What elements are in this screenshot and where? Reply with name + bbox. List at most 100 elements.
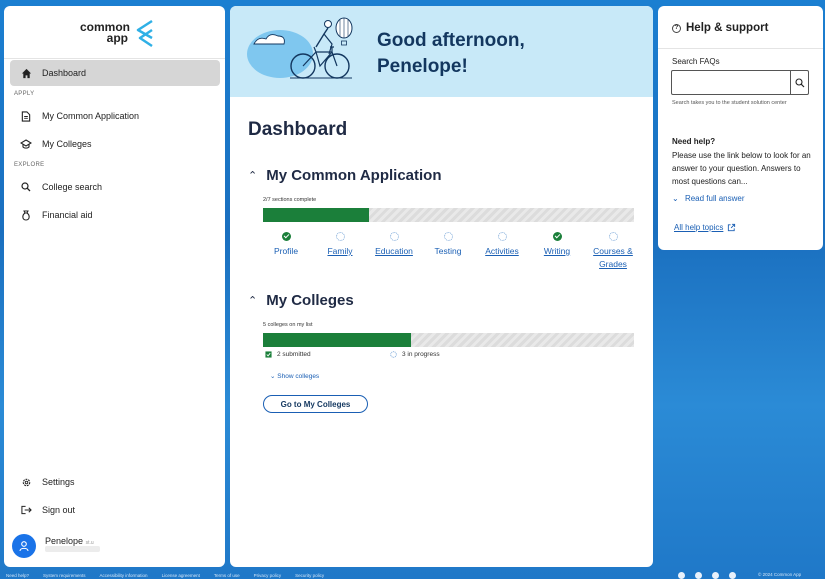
in-progress-count: 3 in progress <box>402 351 440 358</box>
user-subtitle-placeholder <box>45 546 100 552</box>
all-help-topics-label: All help topics <box>674 223 724 232</box>
step-profile[interactable]: Profile <box>263 232 309 258</box>
sidebar-item-label: My Common Application <box>42 111 140 121</box>
read-full-answer-link[interactable]: ⌄ Read full answer <box>672 194 745 203</box>
sidebar-item-label: My Colleges <box>42 139 92 149</box>
search-faqs-button[interactable] <box>790 71 808 94</box>
common-app-progress-fill <box>263 208 369 222</box>
footer-link[interactable]: Terms of use <box>214 573 240 578</box>
chevron-up-icon: ⌃ <box>248 295 258 307</box>
sidebar-item-financial-aid[interactable]: Financial aid <box>10 202 220 228</box>
instagram-icon[interactable] <box>712 572 719 579</box>
read-full-answer-label: Read full answer <box>684 194 745 203</box>
copyright: © 2024 Common App <box>758 572 802 577</box>
user-first-name: Penelope <box>45 536 84 546</box>
sidebar-item-label: Settings <box>42 477 75 487</box>
chevron-up-icon: ⌃ <box>248 170 258 182</box>
complete-check-icon <box>552 232 562 241</box>
show-colleges-toggle[interactable]: ⌄ Show colleges <box>270 372 319 380</box>
search-faqs-label: Search FAQs <box>672 57 720 66</box>
help-divider <box>658 48 823 49</box>
step-activities[interactable]: Activities <box>479 232 525 258</box>
go-to-my-colleges-button[interactable]: Go to My Colleges <box>263 395 368 413</box>
incomplete-dot-icon <box>335 232 345 241</box>
user-name: Penelope st.u <box>45 536 94 546</box>
step-family[interactable]: Family <box>317 232 363 258</box>
common-app-logo[interactable]: common app <box>78 18 158 52</box>
step-label: Testing <box>434 246 462 256</box>
greeting-line-1: Good afternoon, <box>377 30 525 51</box>
in-progress-icon <box>390 351 397 358</box>
incomplete-dot-icon <box>608 232 618 241</box>
all-help-topics-link[interactable]: All help topics <box>674 223 736 232</box>
search-hint: Search takes you to the student solution… <box>672 100 787 106</box>
home-icon <box>20 67 32 79</box>
sidebar-divider <box>4 58 225 59</box>
user-profile[interactable]: Penelope st.u <box>12 534 100 558</box>
logo-line2: app <box>106 31 128 45</box>
search-faqs-input[interactable] <box>672 71 790 94</box>
common-app-section-header[interactable]: ⌃ My Common Application <box>248 167 442 184</box>
footer-link[interactable]: Privacy policy <box>254 573 282 578</box>
common-app-heading: My Common Application <box>266 167 442 184</box>
logo-wordmark: common app <box>78 21 130 45</box>
submitted-count: 2 submitted <box>277 351 311 358</box>
footer-link[interactable]: Accessibility information <box>100 573 148 578</box>
submitted-status: 2 submitted <box>265 351 311 358</box>
search-faqs-box <box>671 70 809 95</box>
step-courses-grades[interactable]: Courses & Grades <box>588 232 638 271</box>
in-progress-status: 3 in progress <box>390 351 440 358</box>
my-colleges-section-header[interactable]: ⌃ My Colleges <box>248 292 354 309</box>
sidebar-item-my-colleges[interactable]: My Colleges <box>10 131 220 157</box>
sidebar-item-sign-out[interactable]: Sign out <box>10 497 220 523</box>
help-title: ? Help & support <box>672 22 768 34</box>
external-link-icon <box>728 223 736 232</box>
greeting-banner: Good afternoon, Penelope! <box>230 6 653 97</box>
sidebar-item-dashboard[interactable]: Dashboard <box>10 60 220 86</box>
sidebar-item-college-search[interactable]: College search <box>10 174 220 200</box>
my-colleges-heading: My Colleges <box>266 292 354 309</box>
document-icon <box>20 110 32 122</box>
step-label: Family <box>327 246 353 256</box>
incomplete-dot-icon <box>389 232 399 241</box>
cyclist-illustration <box>247 17 353 79</box>
colleges-on-list-label: 5 colleges on my list <box>263 322 313 328</box>
sidebar-item-label: Sign out <box>42 505 76 515</box>
step-testing[interactable]: Testing <box>425 232 471 258</box>
incomplete-dot-icon <box>497 232 507 241</box>
help-title-text: Help & support <box>686 22 769 34</box>
sidebar-item-label: Dashboard <box>42 68 87 78</box>
greeting-text: Good afternoon, Penelope! <box>377 28 525 80</box>
question-icon: ? <box>672 23 681 33</box>
footer: Need help? System requirements Accessibili… <box>6 572 821 579</box>
footer-link[interactable]: System requirements <box>43 573 86 578</box>
submitted-icon <box>265 351 272 358</box>
chevron-down-icon: ⌄ <box>270 373 276 380</box>
facebook-icon[interactable] <box>678 572 685 579</box>
sign-out-icon <box>20 504 32 516</box>
section-label-explore: EXPLORE <box>14 162 45 168</box>
youtube-icon[interactable] <box>729 572 736 579</box>
step-label: Profile <box>273 246 299 256</box>
step-education[interactable]: Education <box>371 232 417 258</box>
colleges-progress-fill <box>263 333 412 347</box>
step-label: Education <box>375 246 413 256</box>
footer-links: Need help? System requirements Accessibili… <box>6 573 338 578</box>
sections-complete-label: 2/7 sections complete <box>263 197 317 203</box>
complete-check-icon <box>281 232 291 241</box>
step-writing[interactable]: Writing <box>534 232 580 258</box>
incomplete-dot-icon <box>443 232 453 241</box>
x-icon[interactable] <box>695 572 702 579</box>
gear-icon <box>20 476 32 488</box>
graduation-cap-icon <box>20 138 32 150</box>
footer-link[interactable]: Need help? <box>6 573 29 578</box>
sidebar-item-settings[interactable]: Settings <box>10 469 220 495</box>
footer-link[interactable]: Security policy <box>295 573 324 578</box>
sidebar-item-my-common-application[interactable]: My Common Application <box>10 103 220 129</box>
footer-link[interactable]: License agreement <box>162 573 200 578</box>
show-colleges-label: Show colleges <box>277 373 320 380</box>
greeting-line-2: Penelope! <box>377 56 468 77</box>
section-label-apply: APPLY <box>14 91 35 97</box>
money-bag-icon <box>20 209 32 221</box>
social-links <box>678 572 746 579</box>
